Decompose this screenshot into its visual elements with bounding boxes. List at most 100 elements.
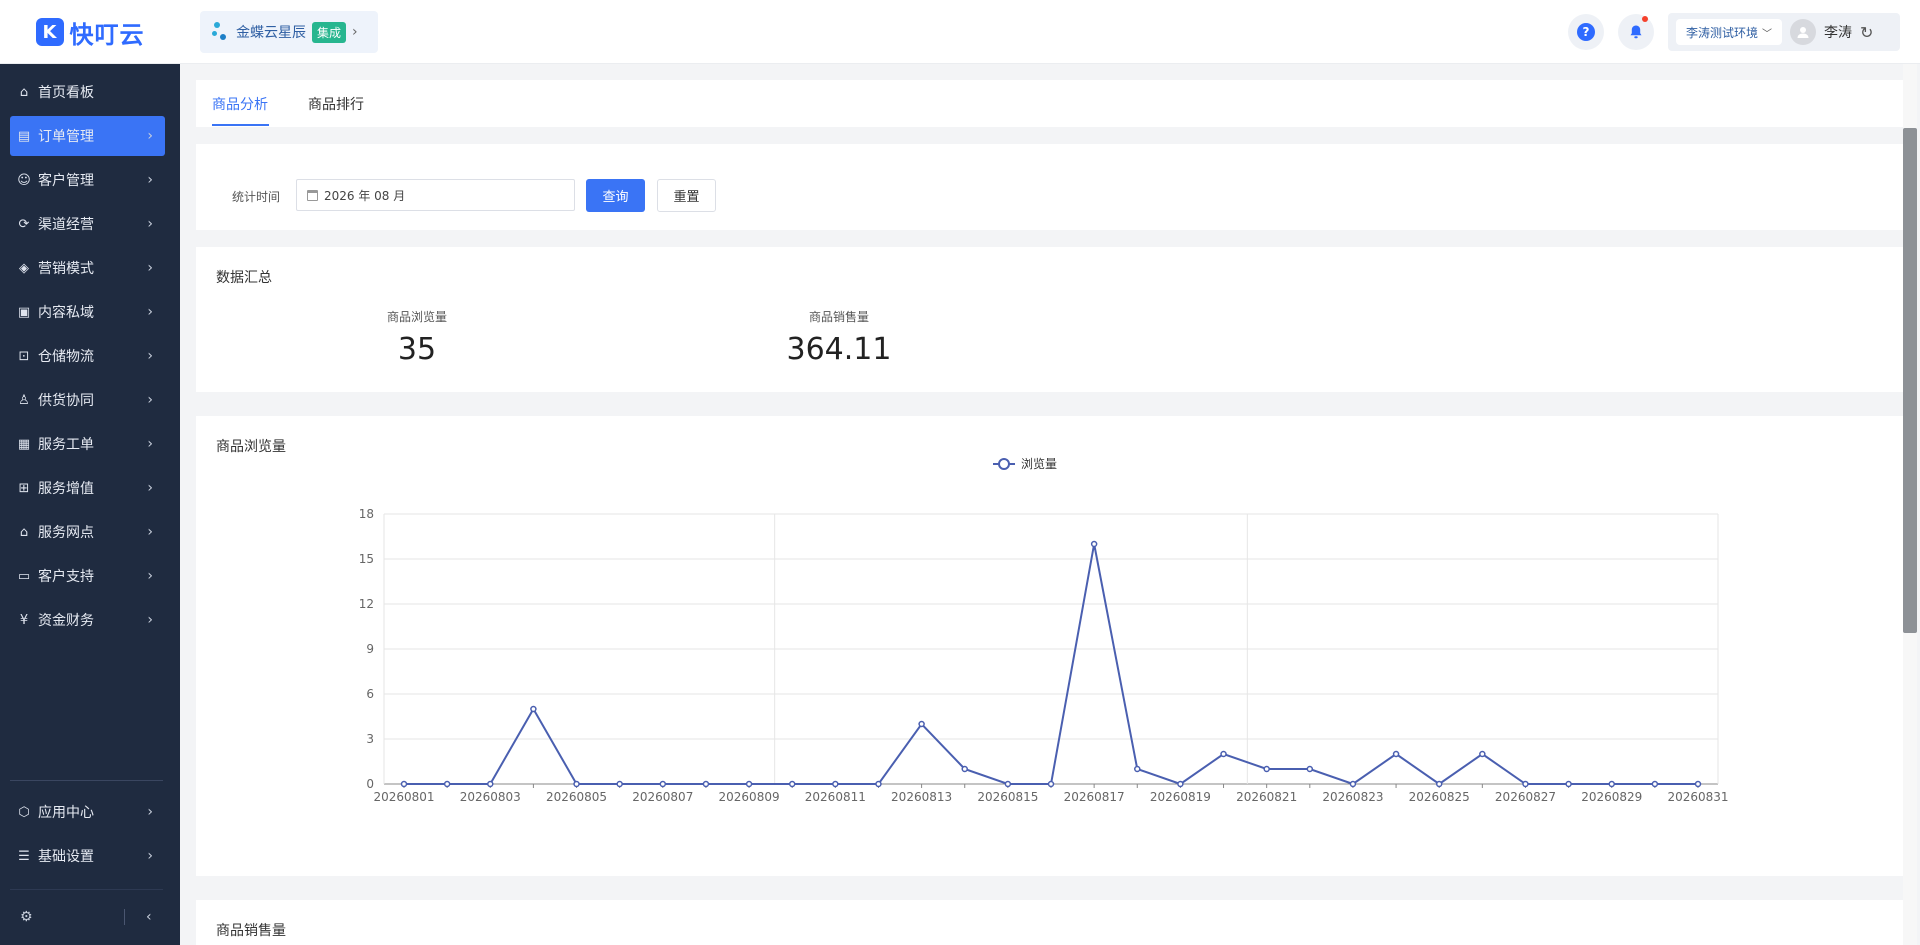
warehouse-icon: ⊡ xyxy=(18,348,30,364)
sidebar-item-image[interactable]: ▣ 内容私域 › xyxy=(10,292,165,332)
chevron-right-icon: › xyxy=(147,348,153,364)
support-icon: ▭ xyxy=(17,568,31,584)
x-tick-label: 20260823 xyxy=(1322,790,1383,804)
help-button[interactable]: ? xyxy=(1568,14,1604,50)
y-tick-label: 9 xyxy=(366,642,374,656)
x-tick-label: 20260805 xyxy=(546,790,607,804)
chevron-right-icon: › xyxy=(147,612,153,628)
sidebar-divider xyxy=(10,780,163,781)
sidebar-item-label: 首页看板 xyxy=(38,85,94,101)
filter-panel: 统计时间 2026 年 08 月 查询 重置 xyxy=(196,144,1903,230)
store-icon: ⌂ xyxy=(19,524,29,540)
data-point xyxy=(1047,780,1055,788)
workspace-switcher[interactable]: 金蝶云星辰 集成 › xyxy=(200,11,378,53)
image-icon: ▣ xyxy=(17,304,31,320)
refresh-icon[interactable]: ↻ xyxy=(1860,23,1873,42)
x-tick-label: 20260809 xyxy=(719,790,780,804)
sidebar-item-order[interactable]: ▤ 订单管理 › xyxy=(10,116,165,156)
x-tick-label: 20260813 xyxy=(891,790,952,804)
chevron-right-icon: › xyxy=(147,480,153,496)
chevron-right-icon: › xyxy=(147,524,153,540)
x-tick-label: 20260801 xyxy=(373,790,434,804)
user-name: 李涛 xyxy=(1824,25,1853,41)
scrollbar-thumb[interactable] xyxy=(1903,128,1917,633)
sidebar-item-tag[interactable]: ◈ 营销模式 › xyxy=(10,248,165,288)
tab-product-ranking[interactable]: 商品排行 xyxy=(308,94,364,114)
month-picker-value: 2026 年 08 月 xyxy=(324,188,406,203)
tab-product-analysis[interactable]: 商品分析 xyxy=(212,94,268,114)
chevron-right-icon: › xyxy=(352,24,358,40)
data-summary-card: 数据汇总 商品浏览量 35 商品销售量 364.11 xyxy=(196,247,1903,392)
x-tick-label: 20260817 xyxy=(1064,790,1125,804)
sidebar-footer: ⚙ ‹ xyxy=(0,889,180,945)
sidebar-item-user[interactable]: ☺ 客户管理 › xyxy=(10,160,165,200)
bag-icon: ⊞ xyxy=(18,480,30,496)
sidebar-item-support[interactable]: ▭ 客户支持 › xyxy=(10,556,165,596)
top-header: K 快叮云 金蝶云星辰 集成 › ? 李涛测试环境 ﹀ 李涛 ↻ xyxy=(0,0,1920,64)
sidebar-item-label: 营销模式 xyxy=(38,261,94,277)
chevron-right-icon: › xyxy=(147,848,153,864)
data-point xyxy=(1522,780,1529,788)
sidebar-item-label: 仓储物流 xyxy=(38,349,94,365)
data-point xyxy=(1435,780,1443,788)
collapse-sidebar-icon[interactable]: ‹ xyxy=(146,909,152,925)
environment-select[interactable]: 李涛测试环境 ﹀ xyxy=(1676,19,1783,45)
reset-button[interactable]: 重置 xyxy=(657,179,716,212)
browse-count-label: 商品浏览量 xyxy=(386,310,447,324)
sidebar-item-supplier[interactable]: ♙ 供货协同 › xyxy=(10,380,165,420)
divider xyxy=(124,909,125,925)
x-tick-label: 20260815 xyxy=(977,790,1038,804)
data-point xyxy=(1090,540,1098,548)
notification-button[interactable] xyxy=(1618,14,1654,50)
sidebar-item-label: 服务网点 xyxy=(38,525,94,541)
data-point xyxy=(573,780,580,788)
data-point xyxy=(1263,765,1270,773)
sidebar-item-app-center[interactable]: ⬡ 应用中心 › xyxy=(10,792,165,832)
sidebar-item-store[interactable]: ⌂ 服务网点 › xyxy=(10,512,165,552)
home-icon: ⌂ xyxy=(19,84,29,100)
data-point xyxy=(1651,780,1659,788)
data-point xyxy=(616,780,623,788)
chevron-right-icon: › xyxy=(147,804,153,820)
gear-icon[interactable]: ⚙ xyxy=(20,909,33,925)
data-point xyxy=(1134,765,1141,773)
chevron-right-icon: › xyxy=(147,128,153,144)
integration-badge: 集成 xyxy=(312,21,347,43)
chevron-right-icon: › xyxy=(147,568,153,584)
sidebar-item-settings-list[interactable]: ☰ 基础设置 › xyxy=(10,836,165,876)
sidebar-item-warehouse[interactable]: ⊡ 仓储物流 › xyxy=(10,336,165,376)
environment-label: 李涛测试环境 xyxy=(1686,25,1759,40)
help-icon: ? xyxy=(1577,23,1595,41)
calendar-icon xyxy=(307,189,318,201)
sidebar-item-home[interactable]: ⌂ 首页看板 xyxy=(10,72,165,112)
data-point xyxy=(659,780,667,788)
chevron-down-icon: ﹀ xyxy=(1762,28,1773,40)
user-menu[interactable]: 李涛测试环境 ﹀ 李涛 ↻ xyxy=(1668,13,1900,51)
y-tick-label: 12 xyxy=(359,597,374,611)
data-point xyxy=(487,780,494,788)
supplier-icon: ♙ xyxy=(18,392,30,408)
sidebar-item-label: 资金财务 xyxy=(38,613,94,629)
browse-line-chart: 0 3 6 9 12 15 18 20260801 20260803 20260805 202608… xyxy=(359,456,1729,804)
browse-count-value: 35 xyxy=(397,332,437,367)
channel-icon: ⟳ xyxy=(18,216,30,232)
y-tick-label: 0 xyxy=(366,777,374,791)
sidebar-item-label: 供货协同 xyxy=(38,393,94,409)
sidebar-item-ticket[interactable]: ▦ 服务工单 › xyxy=(10,424,165,464)
month-picker[interactable]: 2026 年 08 月 xyxy=(296,179,575,211)
sidebar-item-channel[interactable]: ⟳ 渠道经营 › xyxy=(10,204,165,244)
sidebar-item-label: 基础设置 xyxy=(38,849,94,865)
tab-bar: 商品分析 商品排行 xyxy=(196,80,1903,127)
sidebar-item-bag[interactable]: ⊞ 服务增值 › xyxy=(10,468,165,508)
chevron-right-icon: › xyxy=(147,304,153,320)
app-logo[interactable]: K 快叮云 xyxy=(0,0,180,64)
sales-chart-title: 商品销售量 xyxy=(216,923,286,939)
chevron-right-icon: › xyxy=(147,260,153,276)
browse-chart-card: 商品浏览量 0 3 6 9 12 15 18 20260801 20260803 20260805… xyxy=(196,416,1903,876)
sidebar-item-yuan[interactable]: ¥ 资金财务 › xyxy=(10,600,165,640)
sidebar-item-label: 客户支持 xyxy=(38,569,94,585)
query-button[interactable]: 查询 xyxy=(586,179,645,212)
avatar[interactable] xyxy=(1790,19,1817,45)
legend-label: 浏览量 xyxy=(1021,456,1057,471)
ticket-icon: ▦ xyxy=(17,436,31,452)
